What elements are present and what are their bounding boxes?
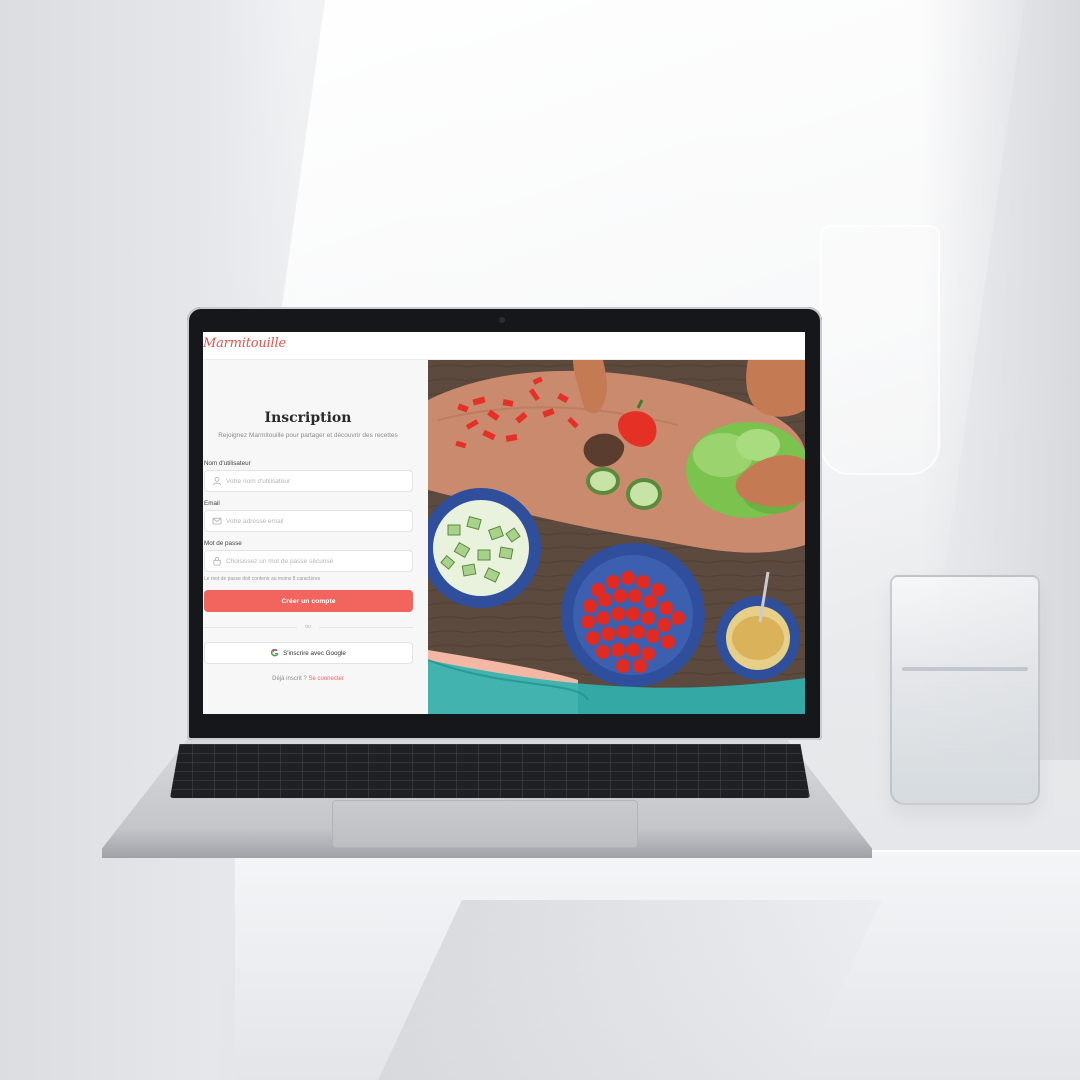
laptop-screen: Marmitouille Inscription Rejoignez Marmi… [203, 332, 805, 714]
food-preparation-illustration [428, 360, 805, 714]
create-account-button[interactable]: Créer un compte [204, 590, 413, 612]
water-glass [890, 575, 1040, 805]
login-link[interactable]: Se connecter [309, 676, 344, 682]
table-shadow [378, 900, 882, 1080]
glass-bottle [820, 225, 940, 475]
divider-text: ou [297, 624, 319, 630]
signup-panel: Inscription Rejoignez Marmitouille pour … [203, 360, 428, 714]
user-icon [212, 476, 222, 486]
google-icon [271, 649, 279, 657]
password-field[interactable] [204, 550, 413, 572]
username-field[interactable] [204, 470, 413, 492]
email-field[interactable] [204, 510, 413, 532]
laptop-keyboard [170, 744, 810, 798]
email-input[interactable] [226, 514, 406, 528]
already-registered-text: Déjà inscrit ? [272, 676, 307, 682]
password-hint: Le mot de passe doit contenir au moins 8… [204, 576, 321, 582]
page-subtitle: Rejoignez Marmitouille pour partager et … [218, 432, 398, 439]
lock-icon [213, 556, 221, 566]
laptop-trackpad [332, 800, 638, 848]
google-signup-label: S'inscrire avec Google [283, 649, 346, 657]
blue-bowl-tomatoes [561, 543, 705, 687]
site-header: Marmitouille [203, 332, 805, 360]
username-input[interactable] [226, 474, 406, 488]
login-prompt: Déjà inscrit ? Se connecter [203, 676, 413, 682]
username-label: Nom d'utilisateur [204, 460, 251, 467]
password-input[interactable] [226, 554, 406, 568]
google-signup-button[interactable]: S'inscrire avec Google [204, 642, 413, 664]
email-label: Email [204, 500, 220, 507]
page-title: Inscription [264, 410, 352, 426]
webcam [499, 317, 505, 323]
password-label: Mot de passe [204, 540, 242, 547]
mail-icon [212, 517, 222, 525]
hero-food-photo [428, 360, 805, 714]
site-logo[interactable]: Marmitouille [203, 336, 286, 351]
